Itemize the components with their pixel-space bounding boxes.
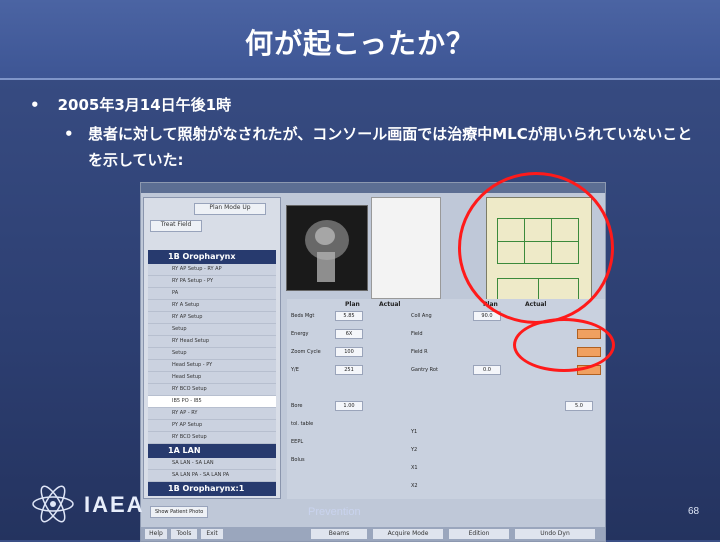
param-label: Y/E	[291, 367, 299, 373]
title-rule	[0, 78, 720, 80]
list-item[interactable]: RY PA Setup - PY	[148, 276, 276, 288]
patient-image	[286, 205, 368, 291]
exit-button[interactable]: Exit	[201, 529, 223, 539]
bullet-dot: •	[30, 96, 40, 114]
actual-header: Actual	[379, 301, 401, 308]
list-item[interactable]: SA LAN PA - SA LAN PA	[148, 470, 276, 482]
param-label: Coll Ang	[411, 313, 432, 319]
list-item[interactable]: RY BCO Setup	[148, 384, 276, 396]
list-item[interactable]: Head Setup - PY	[148, 360, 276, 372]
plan-header: 1B Oropharynx	[148, 250, 276, 264]
slide-title: 何が起こったか？	[244, 27, 476, 60]
show-photo-button[interactable]: Show Patient Photo	[150, 506, 209, 518]
iaea-wordmark: IAEA	[84, 492, 145, 517]
treat-field-button[interactable]: Treat Field	[150, 220, 202, 232]
bullet-description-text: 患者に対して照射がなされたが、コンソール画面では治療中MLCが用いられていないこ…	[88, 125, 693, 169]
plan-list: 1B Oropharynx RY AP Setup - RY AP RY PA …	[148, 250, 276, 496]
plan-header-2: 1B Oropharynx:1	[148, 482, 276, 496]
param-label: Beds Mgt	[291, 313, 315, 319]
page-number: 68	[688, 506, 700, 517]
help-button[interactable]: Help	[145, 529, 167, 539]
param-value: 100	[335, 347, 363, 357]
list-item[interactable]: Setup	[148, 348, 276, 360]
param-label: Bolus	[291, 457, 305, 463]
list-item[interactable]: Head Setup	[148, 372, 276, 384]
param-label: Y1	[411, 429, 418, 435]
xray-image	[287, 206, 367, 290]
bullet-description: • 患者に対して照射がなされたが、コンソール画面では治療中MLCが用いられていな…	[64, 121, 706, 173]
list-item[interactable]: RY Head Setup	[148, 336, 276, 348]
list-item-selected[interactable]: IB5 PO - IB5	[148, 396, 276, 408]
param-value: 1.00	[335, 401, 363, 411]
tools-button[interactable]: Tools	[171, 529, 197, 539]
list-item[interactable]: PA	[148, 288, 276, 300]
param-value: 251	[335, 365, 363, 375]
param-label: Zoom Cycle	[291, 349, 321, 355]
list-item[interactable]: SA LAN - SA LAN	[148, 458, 276, 470]
param-label: Bore	[291, 403, 303, 409]
plan-header-lan: 1A LAN	[148, 444, 276, 458]
image-panel-blank	[371, 197, 441, 299]
bullet-date-text: 2005年3月14日午後1時	[57, 96, 232, 114]
plan-panel: Plan Mode Up Treat Field 1B Oropharynx R…	[143, 197, 281, 518]
plan-mode-up-button[interactable]: Plan Mode Up	[194, 203, 266, 215]
acquire-mode-button[interactable]: Acquire Mode	[373, 529, 443, 539]
console-footer-toolbar: Help Tools Exit Beams Acquire Mode Editi…	[141, 527, 605, 541]
list-item[interactable]: RY BCO Setup	[148, 432, 276, 444]
list-item[interactable]: RY A Setup	[148, 300, 276, 312]
param-label: Field R	[411, 349, 428, 355]
list-item[interactable]: RY AP - RY	[148, 408, 276, 420]
bullet-dot: •	[64, 125, 74, 143]
param-value: 6X	[335, 329, 363, 339]
panel-bottom-buttons: Show Patient Photo	[150, 498, 276, 518]
bullet-date: • 2005年3月14日午後1時	[30, 94, 231, 115]
param-label: X1	[411, 465, 418, 471]
iaea-logo-icon	[32, 485, 74, 523]
beams-button[interactable]: Beams	[311, 529, 367, 539]
list-item[interactable]: Setup	[148, 324, 276, 336]
param-label: Y2	[411, 447, 418, 453]
plan-header: Plan	[345, 301, 360, 308]
param-label: X2	[411, 483, 418, 489]
param-value: 5.85	[335, 311, 363, 321]
param-label: Gantry Rot	[411, 367, 438, 373]
list-item[interactable]: RY AP Setup	[148, 312, 276, 324]
footer-text: Prevention	[308, 506, 361, 518]
annotation-circle-values	[513, 318, 615, 372]
param-label: EEPL	[291, 439, 304, 445]
list-item[interactable]: RY AP Setup - RY AP	[148, 264, 276, 276]
list-item[interactable]: PY AP Setup	[148, 420, 276, 432]
edition-button[interactable]: Edition	[449, 529, 509, 539]
param-value: 5.0	[565, 401, 593, 411]
annotation-circle-mlc	[458, 172, 614, 324]
param-value: 0.0	[473, 365, 501, 375]
param-label: tol. table	[291, 421, 314, 427]
undo-button[interactable]: Undo Dyn	[515, 529, 595, 539]
param-label: Field	[411, 331, 423, 337]
param-label: Energy	[291, 331, 309, 337]
